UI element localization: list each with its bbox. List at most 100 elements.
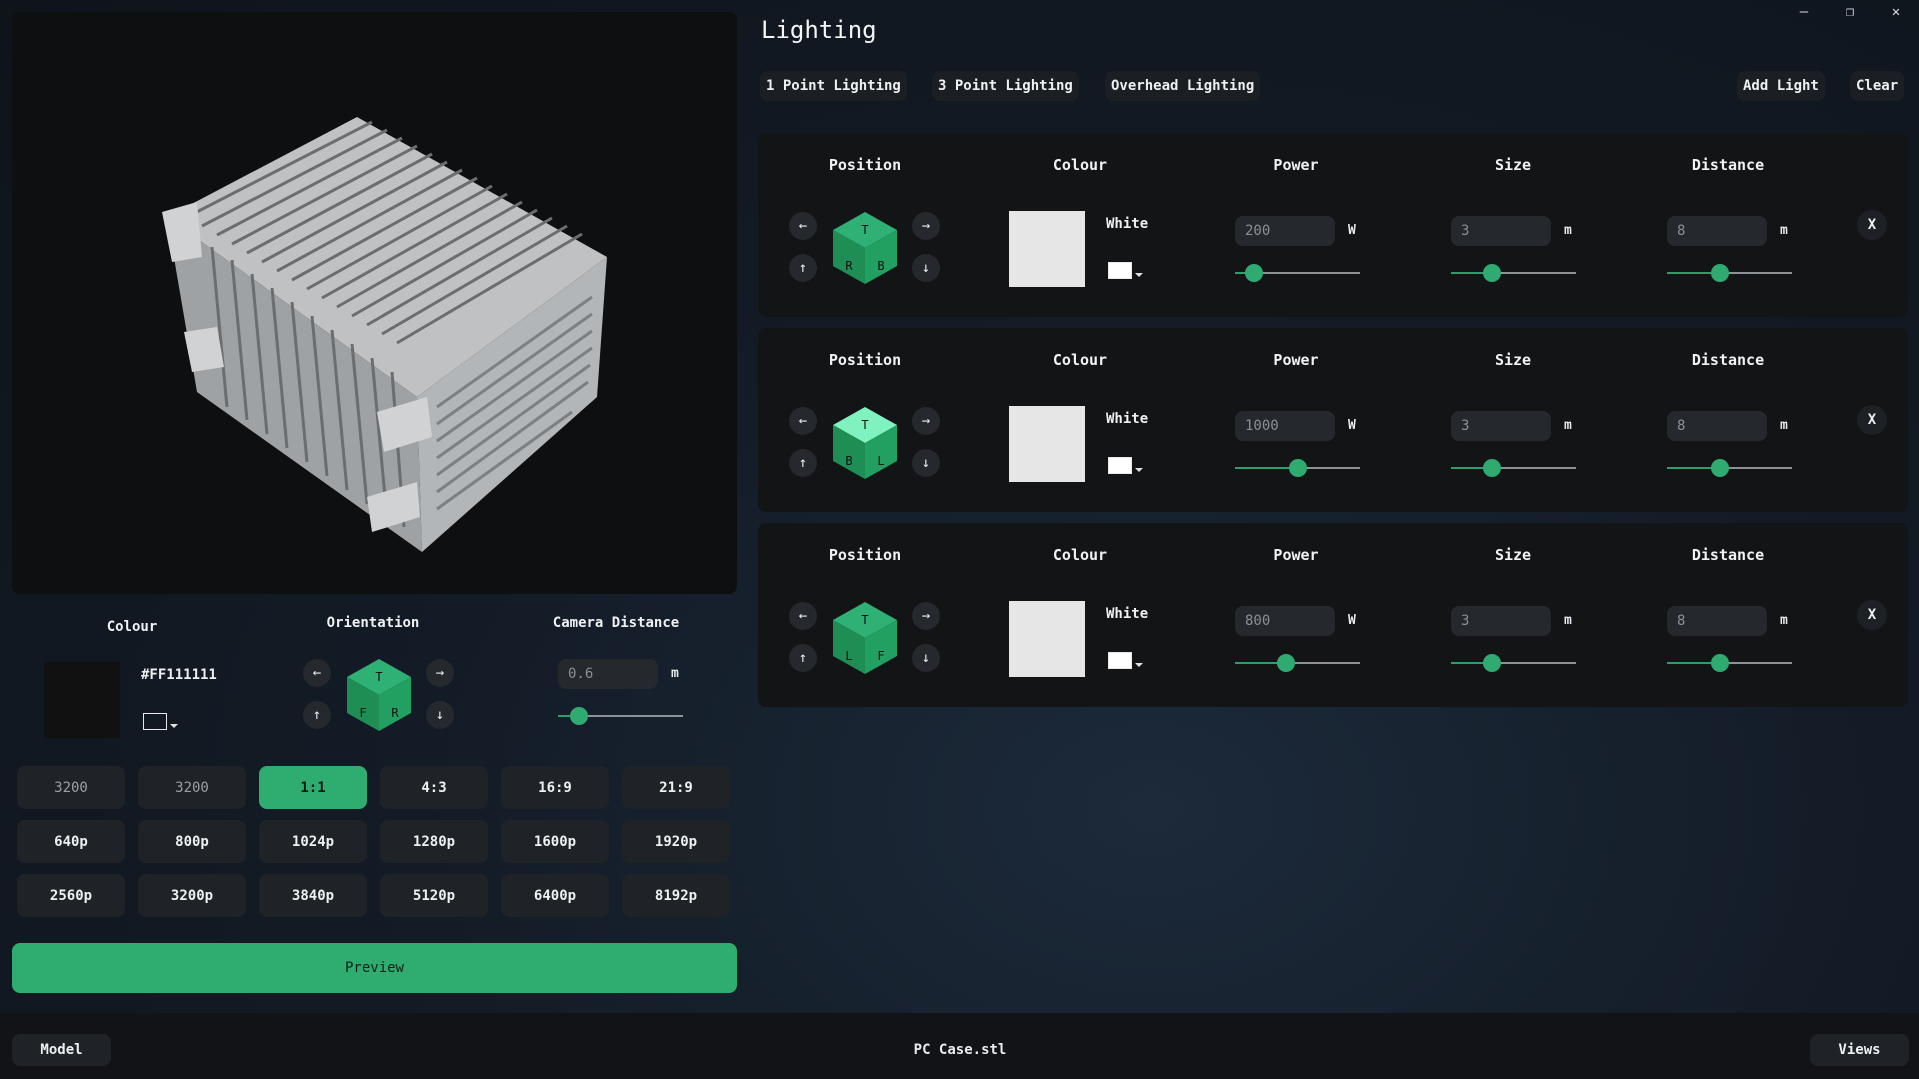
light-left-button[interactable]: ←	[789, 407, 817, 435]
model-colour-picker[interactable]	[143, 713, 178, 734]
resolution-option[interactable]: 5120p	[380, 874, 488, 917]
remove-light-button[interactable]: X	[1857, 600, 1887, 630]
power-unit: W	[1348, 418, 1356, 433]
camera-distance-slider[interactable]	[558, 707, 683, 725]
light-position-cube[interactable]: T B L	[831, 405, 899, 481]
add-light-button[interactable]: Add Light	[1737, 71, 1825, 101]
light-colour-picker[interactable]	[1108, 262, 1143, 283]
slider-thumb[interactable]	[1710, 654, 1729, 672]
resolution-option[interactable]: 800p	[138, 820, 246, 863]
slider-thumb[interactable]	[1288, 459, 1307, 477]
distance-input[interactable]: 8	[1667, 411, 1767, 441]
light-colour-picker[interactable]	[1108, 652, 1143, 673]
power-input[interactable]: 800	[1235, 606, 1335, 636]
preset-overhead-button[interactable]: Overhead Lighting	[1105, 71, 1261, 101]
colour-header: Colour	[1052, 351, 1108, 369]
preset-3-point-button[interactable]: 3 Point Lighting	[932, 71, 1079, 101]
rotate-left-button[interactable]: ←	[303, 659, 331, 687]
distance-input[interactable]: 8	[1667, 216, 1767, 246]
resolution-option[interactable]: 2560p	[17, 874, 125, 917]
rotate-up-button[interactable]: ↑	[303, 701, 331, 729]
rotate-down-button[interactable]: ↓	[426, 701, 454, 729]
model-colour-swatch[interactable]	[44, 662, 120, 738]
size-input[interactable]: 3	[1451, 606, 1551, 636]
power-slider[interactable]	[1235, 459, 1360, 477]
slider-thumb[interactable]	[570, 707, 589, 725]
light-colour-name: White	[1106, 411, 1149, 427]
resolution-option[interactable]: 16:9	[501, 766, 609, 809]
resolution-option[interactable]: 3200	[138, 766, 246, 809]
rotate-right-button[interactable]: →	[426, 659, 454, 687]
minimize-button[interactable]: —	[1781, 0, 1827, 24]
power-input[interactable]: 1000	[1235, 411, 1335, 441]
resolution-option[interactable]: 6400p	[501, 874, 609, 917]
close-window-button[interactable]: ✕	[1873, 0, 1919, 24]
light-right-button[interactable]: →	[912, 407, 940, 435]
arrow-left-icon: ←	[312, 665, 322, 681]
distance-slider[interactable]	[1667, 264, 1792, 282]
slider-thumb[interactable]	[1710, 459, 1729, 477]
light-colour-name: White	[1106, 606, 1149, 622]
remove-light-button[interactable]: X	[1857, 405, 1887, 435]
light-down-button[interactable]: ↓	[912, 644, 940, 672]
power-slider[interactable]	[1235, 654, 1360, 672]
resolution-option[interactable]: 1920p	[622, 820, 730, 863]
light-up-button[interactable]: ↑	[789, 644, 817, 672]
model-colour-hex: #FF111111	[141, 667, 217, 683]
preview-button[interactable]: Preview	[12, 943, 737, 993]
size-input[interactable]: 3	[1451, 411, 1551, 441]
size-input[interactable]: 3	[1451, 216, 1551, 246]
clear-button[interactable]: Clear	[1850, 71, 1905, 101]
resolution-option[interactable]: 3840p	[259, 874, 367, 917]
model-viewport[interactable]	[12, 12, 737, 594]
arrow-up-icon: ↑	[798, 455, 808, 471]
remove-light-button[interactable]: X	[1857, 210, 1887, 240]
resolution-option[interactable]: 8192p	[622, 874, 730, 917]
power-input[interactable]: 200	[1235, 216, 1335, 246]
light-position-cube[interactable]: T L F	[831, 600, 899, 676]
size-slider[interactable]	[1451, 654, 1576, 672]
restore-button[interactable]: ❐	[1827, 0, 1873, 24]
light-colour-swatch[interactable]	[1009, 406, 1085, 482]
distance-unit: m	[1780, 418, 1788, 433]
light-left-button[interactable]: ←	[789, 212, 817, 240]
light-colour-swatch[interactable]	[1009, 211, 1085, 287]
arrow-left-icon: ←	[798, 608, 808, 624]
views-button[interactable]: Views	[1810, 1034, 1909, 1066]
light-left-button[interactable]: ←	[789, 602, 817, 630]
power-header: Power	[1273, 156, 1319, 174]
resolution-option[interactable]: 21:9	[622, 766, 730, 809]
light-up-button[interactable]: ↑	[789, 254, 817, 282]
distance-slider[interactable]	[1667, 654, 1792, 672]
light-up-button[interactable]: ↑	[789, 449, 817, 477]
slider-thumb[interactable]	[1244, 264, 1263, 282]
size-slider[interactable]	[1451, 264, 1576, 282]
resolution-option[interactable]: 3200p	[138, 874, 246, 917]
cube-face-top: T	[861, 223, 868, 237]
resolution-option[interactable]: 3200	[17, 766, 125, 809]
distance-input[interactable]: 8	[1667, 606, 1767, 636]
resolution-option[interactable]: 1024p	[259, 820, 367, 863]
power-slider[interactable]	[1235, 264, 1360, 282]
light-down-button[interactable]: ↓	[912, 254, 940, 282]
slider-thumb[interactable]	[1710, 264, 1729, 282]
resolution-option[interactable]: 1:1	[259, 766, 367, 809]
preset-1-point-button[interactable]: 1 Point Lighting	[760, 71, 907, 101]
light-colour-swatch[interactable]	[1009, 601, 1085, 677]
light-right-button[interactable]: →	[912, 212, 940, 240]
resolution-option[interactable]: 640p	[17, 820, 125, 863]
resolution-option[interactable]: 4:3	[380, 766, 488, 809]
resolution-option[interactable]: 1600p	[501, 820, 609, 863]
distance-slider[interactable]	[1667, 459, 1792, 477]
model-tab-button[interactable]: Model	[12, 1034, 111, 1066]
light-colour-picker[interactable]	[1108, 457, 1143, 478]
light-position-cube[interactable]: T R B	[831, 210, 899, 286]
light-right-button[interactable]: →	[912, 602, 940, 630]
light-colour-name: White	[1106, 216, 1149, 232]
light-down-button[interactable]: ↓	[912, 449, 940, 477]
size-slider[interactable]	[1451, 459, 1576, 477]
camera-distance-input[interactable]: 0.6	[558, 659, 658, 689]
distance-header: Distance	[1691, 156, 1765, 174]
orientation-cube[interactable]: T F R	[345, 657, 413, 733]
resolution-option[interactable]: 1280p	[380, 820, 488, 863]
